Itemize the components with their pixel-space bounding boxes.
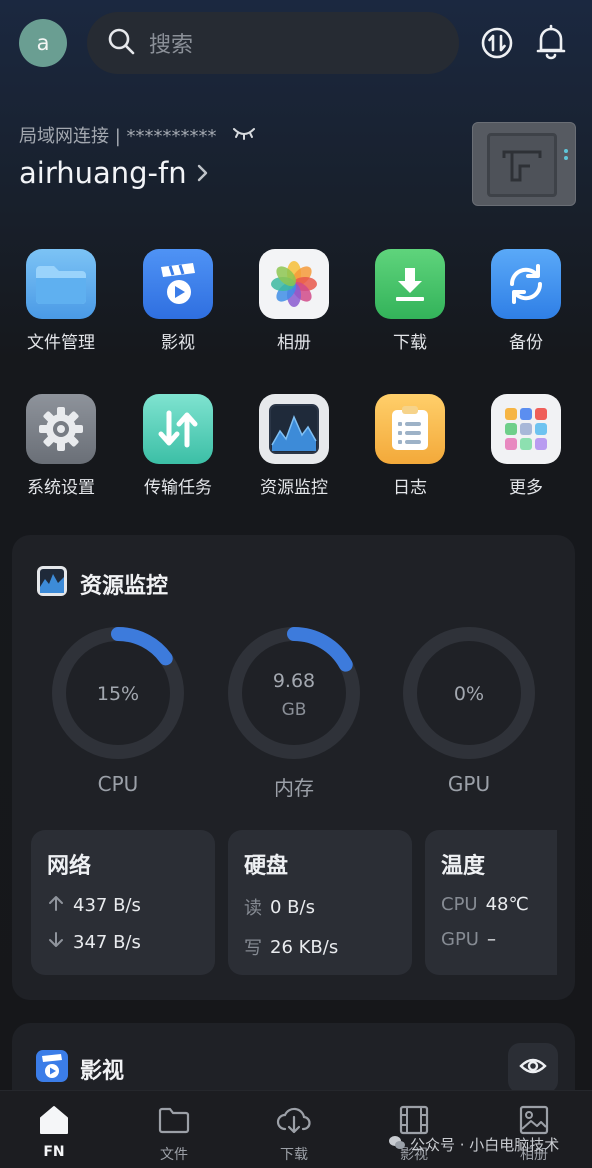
app-download[interactable]: 下载 (352, 249, 468, 353)
tab-download[interactable]: 下载 (254, 1102, 334, 1164)
device-name-link[interactable]: airhuang-fn (19, 156, 209, 190)
sync-icon[interactable] (479, 25, 515, 61)
tab-label: 下载 (280, 1147, 308, 1163)
home-icon (14, 1102, 94, 1138)
disk-read-label: 读 (244, 898, 262, 919)
avatar-letter: a (36, 31, 50, 55)
gpu-value: 0% (453, 683, 485, 705)
app-log[interactable]: 日志 (352, 394, 468, 498)
nas-device-image (472, 122, 576, 206)
video-app-icon (143, 249, 213, 319)
app-label: 下载 (393, 333, 427, 353)
network-title: 网络 (47, 854, 92, 879)
disk-card[interactable]: 硬盘 读 0 B/s 写 26 KB/s (228, 830, 412, 975)
chevron-right-icon (195, 156, 209, 190)
monitor-small-icon (36, 565, 68, 603)
video-small-icon (36, 1050, 68, 1088)
temp-cpu-label: CPU (441, 894, 478, 915)
folder-outline-icon (134, 1102, 214, 1138)
watermark-text: 公众号 · 小白电脑技术 (410, 1136, 560, 1154)
app-photos[interactable]: 相册 (236, 249, 352, 353)
visibility-toggle-button[interactable] (508, 1043, 558, 1093)
disk-write: 26 KB/s (270, 936, 339, 958)
gpu-gauge: 0% (401, 625, 537, 761)
arrow-down-icon (47, 931, 65, 954)
temp-gpu: – (486, 929, 496, 950)
app-label: 传输任务 (144, 478, 212, 498)
tab-fn[interactable]: FN (14, 1102, 94, 1160)
connection-status: 局域网连接 | ********** (19, 122, 257, 148)
film-icon (374, 1102, 454, 1138)
app-settings[interactable]: 系统设置 (3, 394, 119, 498)
search-bar[interactable]: 搜索 (87, 12, 459, 74)
network-up: 437 B/s (73, 895, 141, 916)
arrow-up-icon (47, 894, 65, 917)
app-label: 日志 (393, 478, 427, 498)
video-section-title: 影视 (80, 1059, 125, 1084)
temp-cpu: 48℃ (485, 894, 529, 915)
disk-write-label: 写 (244, 938, 262, 959)
disk-title: 硬盘 (244, 854, 289, 879)
app-label: 资源监控 (260, 478, 328, 498)
video-section-header[interactable]: 影视 (36, 1050, 124, 1088)
temp-gpu-label: GPU (441, 929, 479, 950)
app-backup[interactable]: 备份 (468, 249, 584, 353)
app-label: 相册 (277, 333, 311, 353)
more-apps-icon (491, 394, 561, 464)
search-icon (107, 27, 135, 59)
device-name: airhuang-fn (19, 156, 187, 190)
memory-value: 9.68 (272, 670, 316, 692)
disk-read: 0 B/s (270, 896, 315, 918)
tab-label: 文件 (160, 1147, 188, 1163)
log-icon (375, 394, 445, 464)
tab-label: FN (43, 1144, 65, 1160)
app-resource-monitor[interactable]: 资源监控 (236, 394, 352, 498)
cpu-gauge: 15% (50, 625, 186, 761)
eye-closed-icon[interactable] (231, 125, 257, 146)
connection-label: 局域网连接 | ********** (19, 126, 217, 147)
app-file-manager[interactable]: 文件管理 (3, 249, 119, 353)
wechat-icon (388, 1135, 406, 1155)
app-transfer[interactable]: 传输任务 (120, 394, 236, 498)
app-more[interactable]: 更多 (468, 394, 584, 498)
eye-icon (519, 1056, 547, 1080)
network-card[interactable]: 网络 437 B/s 347 B/s (31, 830, 215, 975)
backup-icon (491, 249, 561, 319)
memory-unit: GB (281, 700, 307, 720)
watermark: 公众号 · 小白电脑技术 (388, 1134, 559, 1155)
temperature-title: 温度 (441, 854, 486, 879)
memory-label: 内存 (274, 776, 314, 800)
download-app-icon (375, 249, 445, 319)
tab-files[interactable]: 文件 (134, 1102, 214, 1164)
image-icon (494, 1102, 574, 1138)
memory-gauge: 9.68 GB (226, 625, 362, 761)
avatar[interactable]: a (19, 19, 67, 67)
bell-icon[interactable] (533, 24, 569, 60)
search-placeholder: 搜索 (149, 33, 194, 58)
monitor-icon (259, 394, 329, 464)
cloud-download-icon (254, 1102, 334, 1138)
app-label: 系统设置 (27, 478, 95, 498)
app-label: 影视 (161, 333, 195, 353)
resource-card-title[interactable]: 资源监控 (36, 565, 168, 603)
folder-icon (26, 249, 96, 319)
app-video[interactable]: 影视 (120, 249, 236, 353)
network-down: 347 B/s (73, 932, 141, 953)
temperature-card[interactable]: 温度 CPU 48℃ GPU – (425, 830, 557, 975)
photos-icon (259, 249, 329, 319)
cpu-value: 15% (96, 683, 140, 705)
settings-icon (26, 394, 96, 464)
app-label: 更多 (509, 478, 543, 498)
cpu-label: CPU (97, 772, 139, 796)
gpu-label: GPU (447, 772, 491, 796)
app-label: 备份 (509, 333, 543, 353)
resource-title: 资源监控 (80, 574, 169, 599)
app-label: 文件管理 (27, 333, 95, 353)
transfer-icon (143, 394, 213, 464)
